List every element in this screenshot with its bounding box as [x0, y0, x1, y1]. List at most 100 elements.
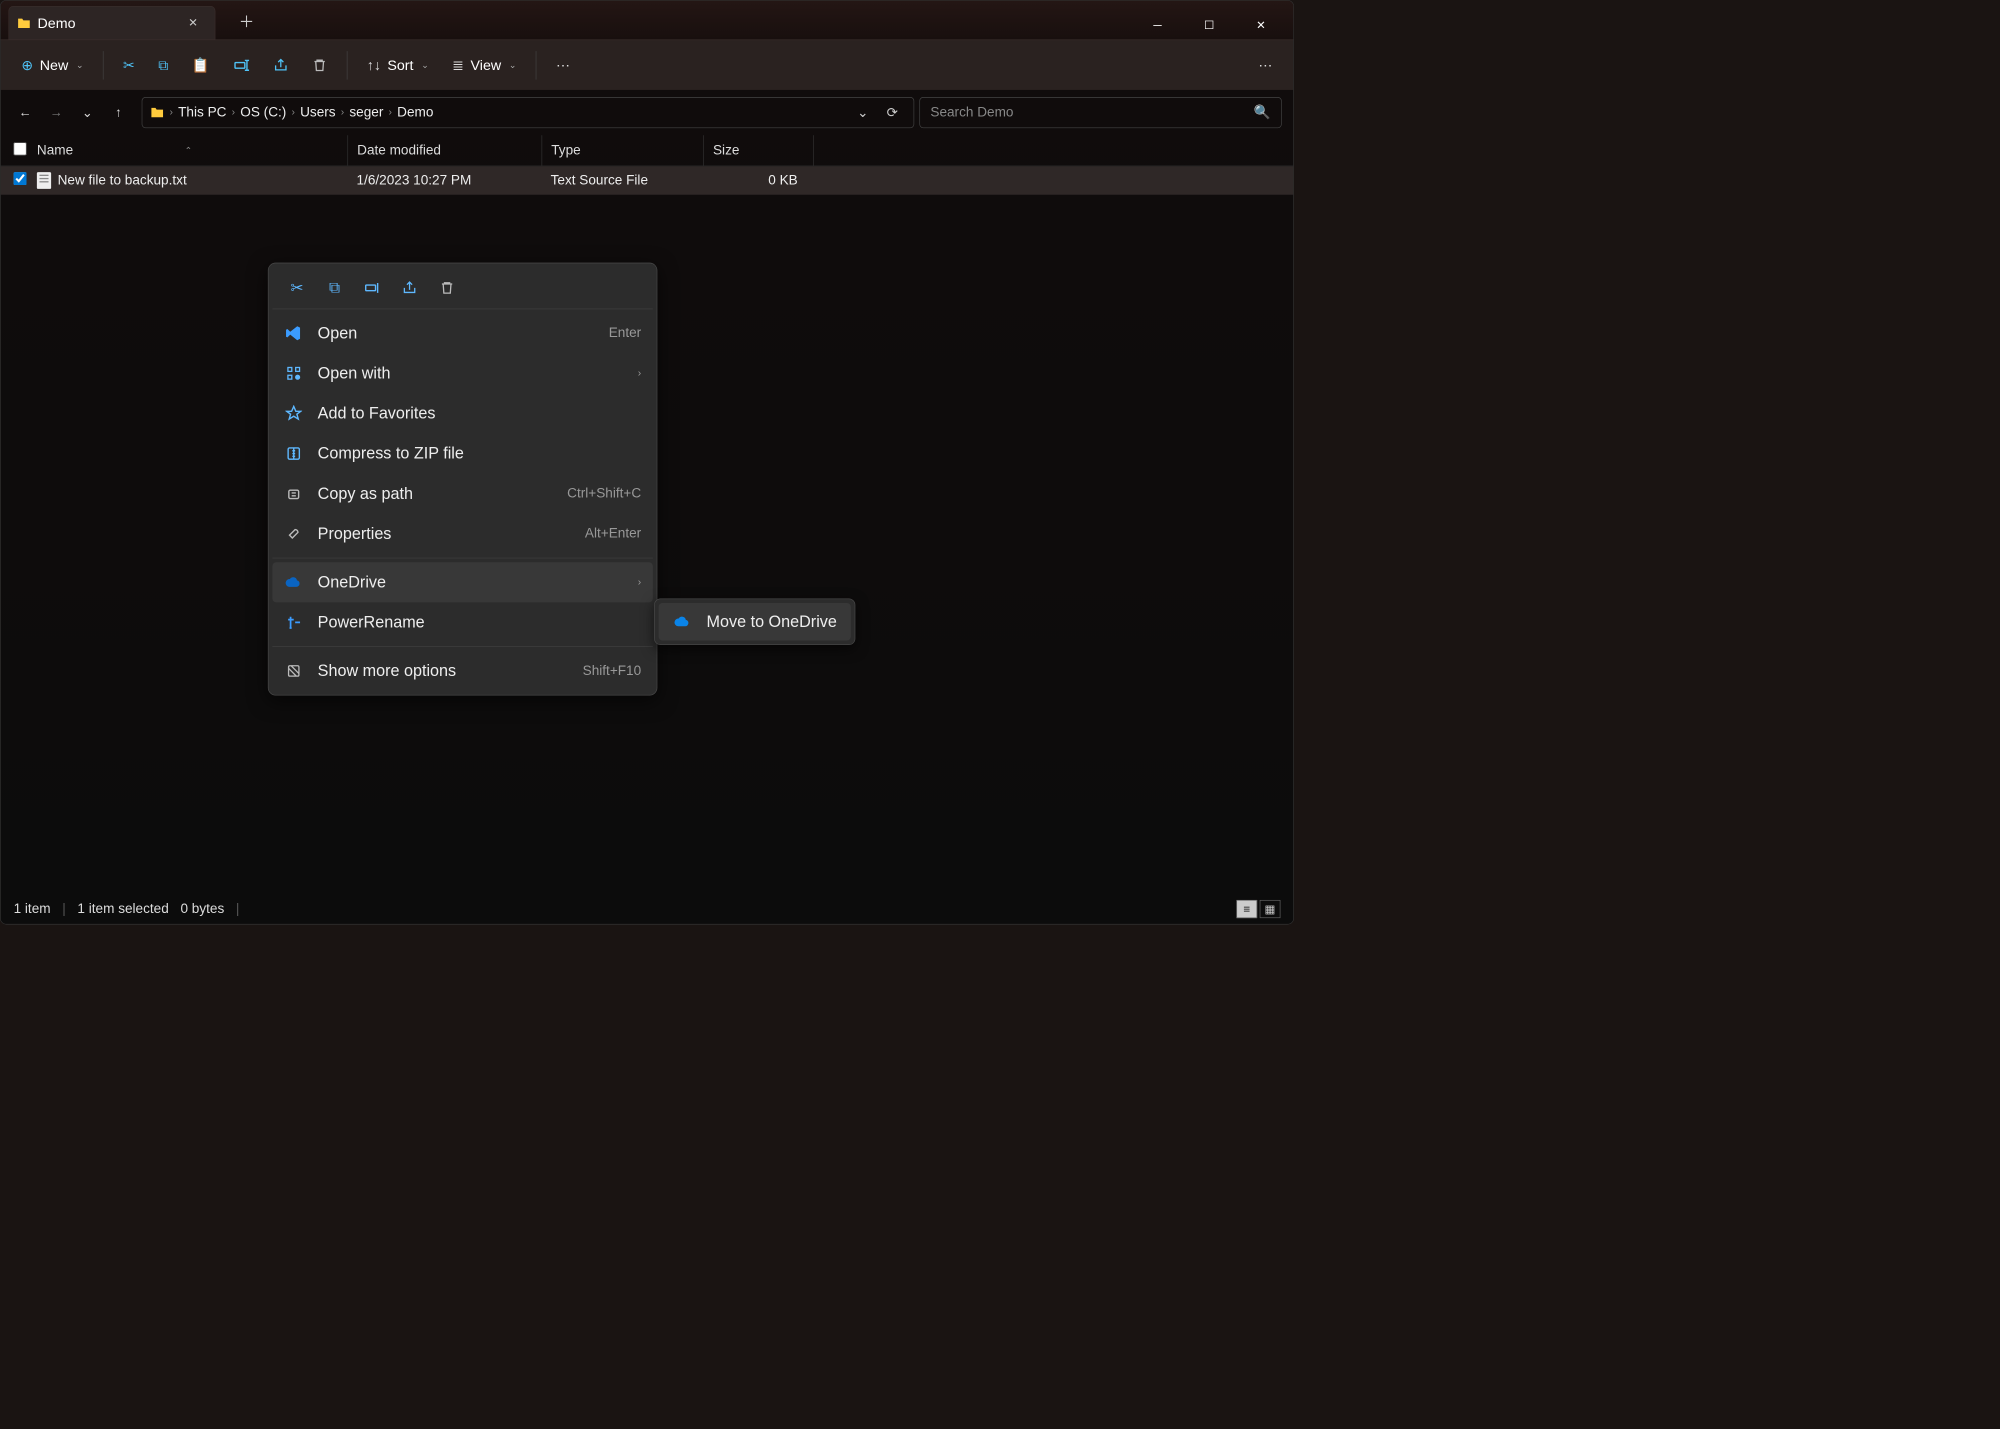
recent-button[interactable]: ⌄	[74, 100, 100, 126]
chevron-right-icon: ›	[291, 107, 294, 119]
context-open-with[interactable]: Open with ›	[272, 353, 652, 393]
details-view-toggle[interactable]: ≡	[1236, 900, 1257, 918]
share-button[interactable]	[264, 49, 298, 80]
tab-demo[interactable]: Demo ✕	[8, 6, 215, 40]
chevron-right-icon: ›	[232, 107, 235, 119]
context-open[interactable]: Open Enter	[272, 313, 652, 353]
rename-icon-button[interactable]	[359, 275, 385, 301]
open-with-icon	[284, 366, 303, 382]
new-tab-button[interactable]: ＋	[231, 9, 262, 32]
delete-button[interactable]	[303, 49, 337, 80]
navbar: ← → ⌄ ↑ › This PC › OS (C:) › Users › se…	[1, 94, 1294, 132]
context-properties[interactable]: Properties Alt+Enter	[272, 514, 652, 554]
new-button[interactable]: ⊕ New ⌄	[12, 49, 92, 80]
view-icon: ≣	[452, 57, 464, 74]
context-add-favorites[interactable]: Add to Favorites	[272, 393, 652, 433]
onedrive-submenu: Move to OneDrive	[654, 598, 856, 645]
rename-button[interactable]	[224, 49, 259, 80]
share-icon-button[interactable]	[397, 275, 423, 301]
context-onedrive-label: OneDrive	[318, 573, 386, 592]
refresh-button[interactable]: ⟳	[879, 104, 906, 120]
sort-label: Sort	[387, 57, 413, 74]
context-open-label: Open	[318, 324, 358, 343]
cut-icon-button[interactable]: ✂	[284, 275, 310, 301]
copy-icon-button[interactable]: ⧉	[322, 275, 348, 301]
chevron-down-icon: ⌄	[421, 60, 429, 71]
show-more-icon	[284, 663, 303, 679]
tab-title: Demo	[38, 15, 177, 32]
context-open-shortcut: Enter	[609, 325, 641, 341]
file-name: New file to backup.txt	[58, 173, 187, 189]
file-checkbox[interactable]	[14, 172, 27, 185]
breadcrumb-dropdown-button[interactable]: ⌄	[849, 104, 876, 120]
context-copy-path-shortcut: Ctrl+Shift+C	[567, 486, 641, 502]
select-all-checkbox[interactable]	[14, 142, 27, 155]
more-button[interactable]: ⋯	[547, 49, 579, 80]
breadcrumb-item[interactable]: seger	[349, 105, 383, 121]
overflow-button[interactable]: ⋯	[1249, 49, 1281, 80]
paste-button[interactable]: 📋	[183, 49, 219, 80]
copy-button[interactable]: ⧉	[149, 49, 177, 80]
breadcrumb-item[interactable]: Users	[300, 105, 335, 121]
context-favorites-label: Add to Favorites	[318, 404, 436, 423]
new-label: New	[40, 57, 68, 74]
close-window-button[interactable]: ✕	[1243, 11, 1279, 39]
powerrename-icon	[284, 614, 303, 631]
chevron-right-icon: ›	[389, 107, 392, 119]
view-label: View	[471, 57, 502, 74]
sort-button[interactable]: ↑↓ Sort ⌄	[358, 49, 438, 80]
folder-icon	[17, 17, 31, 29]
chevron-right-icon: ›	[638, 367, 641, 379]
context-show-more[interactable]: Show more options Shift+F10	[272, 651, 652, 691]
sort-arrow-icon: ⌃	[185, 145, 193, 156]
wrench-icon	[284, 525, 303, 542]
column-headers: Name⌃ Date modified Type Size	[1, 135, 1294, 166]
separator	[347, 51, 348, 79]
delete-icon-button[interactable]	[434, 275, 460, 301]
plus-circle-icon: ⊕	[21, 57, 33, 74]
status-bytes: 0 bytes	[180, 901, 224, 917]
chevron-right-icon: ›	[170, 107, 173, 119]
text-file-icon	[37, 172, 51, 189]
breadcrumb[interactable]: › This PC › OS (C:) › Users › seger › De…	[142, 97, 915, 128]
chevron-down-icon: ⌄	[76, 60, 84, 71]
context-compress[interactable]: Compress to ZIP file	[272, 433, 652, 473]
file-row[interactable]: New file to backup.txt 1/6/2023 10:27 PM…	[1, 166, 1294, 194]
status-bar: 1 item | 1 item selected 0 bytes | ≡ ▦	[1, 894, 1294, 924]
breadcrumb-item[interactable]: Demo	[397, 105, 433, 121]
back-button[interactable]: ←	[12, 100, 38, 126]
context-powerrename[interactable]: PowerRename	[272, 602, 652, 642]
copy-path-icon	[284, 485, 303, 502]
column-header-size[interactable]: Size	[703, 135, 813, 165]
cut-button[interactable]: ✂	[114, 49, 144, 80]
breadcrumb-item[interactable]: This PC	[178, 105, 226, 121]
chevron-right-icon: ›	[341, 107, 344, 119]
forward-button[interactable]: →	[43, 100, 69, 126]
column-header-name[interactable]: Name⌃	[37, 143, 348, 159]
context-copy-path[interactable]: Copy as path Ctrl+Shift+C	[272, 474, 652, 514]
close-tab-button[interactable]: ✕	[183, 14, 203, 33]
chevron-right-icon: ›	[638, 576, 641, 588]
context-menu: ✂ ⧉ Open Enter Open with ›	[268, 263, 657, 696]
sort-icon: ↑↓	[367, 57, 381, 74]
up-button[interactable]: ↑	[105, 100, 131, 126]
file-explorer-window: Demo ✕ ＋ ─ ☐ ✕ ⊕ New ⌄ ✂ ⧉ 📋 ↑↓	[0, 0, 1294, 925]
window-controls: ─ ☐ ✕	[1139, 11, 1293, 39]
separator	[536, 51, 537, 79]
thumbnails-view-toggle[interactable]: ▦	[1260, 900, 1281, 918]
search-input[interactable]: Search Demo 🔍	[919, 97, 1281, 128]
context-onedrive[interactable]: OneDrive ›	[272, 562, 652, 602]
submenu-move-onedrive[interactable]: Move to OneDrive	[659, 603, 851, 641]
view-button[interactable]: ≣ View ⌄	[443, 49, 525, 80]
toolbar: ⊕ New ⌄ ✂ ⧉ 📋 ↑↓ Sort ⌄ ≣ View ⌄ ⋯	[1, 39, 1294, 89]
zip-icon	[284, 445, 303, 462]
file-type: Text Source File	[542, 173, 704, 189]
minimize-button[interactable]: ─	[1139, 11, 1175, 39]
titlebar: Demo ✕ ＋ ─ ☐ ✕	[1, 1, 1294, 40]
file-size: 0 KB	[703, 173, 813, 189]
column-header-date[interactable]: Date modified	[347, 135, 541, 165]
column-header-type[interactable]: Type	[542, 135, 704, 165]
context-menu-icon-row: ✂ ⧉	[272, 267, 652, 309]
breadcrumb-item[interactable]: OS (C:)	[240, 105, 286, 121]
maximize-button[interactable]: ☐	[1191, 11, 1227, 39]
